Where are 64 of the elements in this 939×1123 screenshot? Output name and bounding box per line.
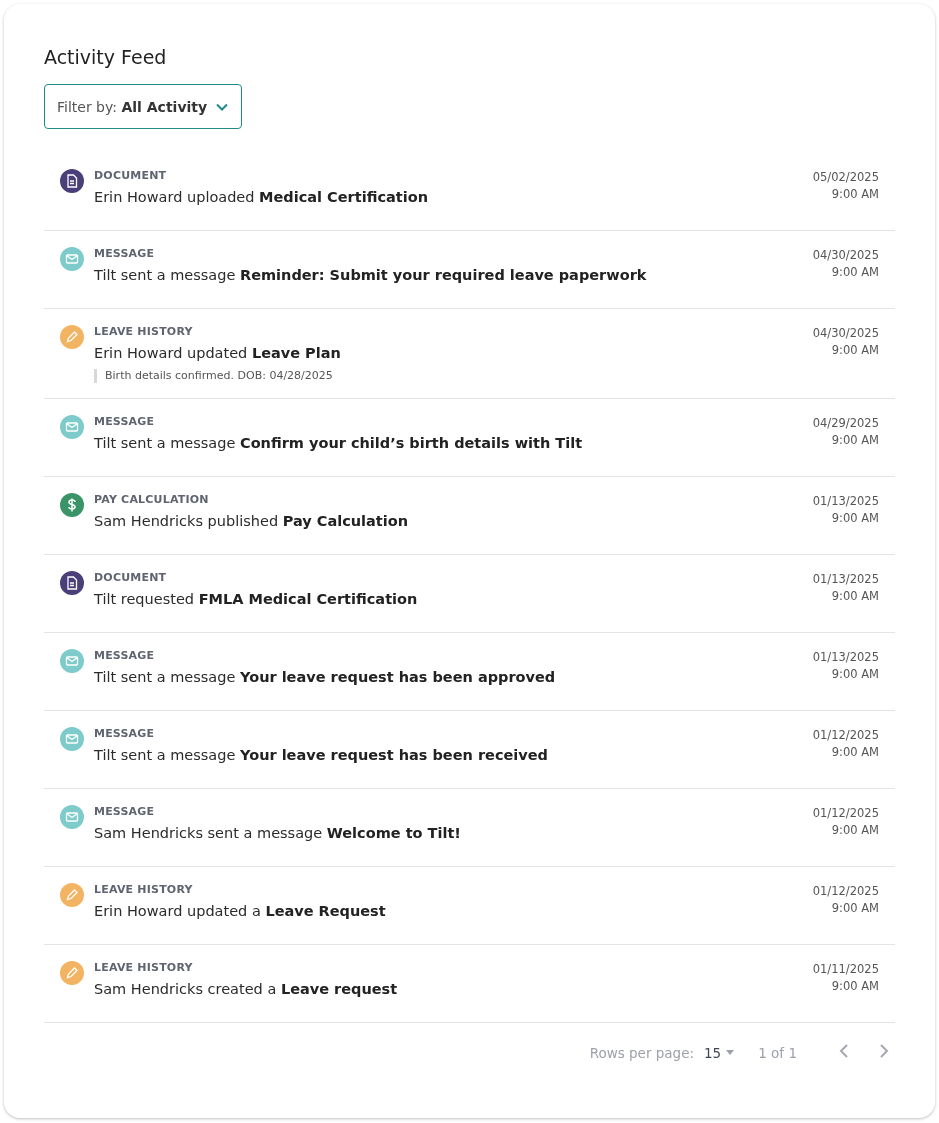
activity-description: Sam Hendricks created a Leave request xyxy=(94,981,399,997)
activity-date: 04/30/2025 xyxy=(812,325,879,342)
activity-date: 04/29/2025 xyxy=(812,415,879,432)
activity-category: DOCUMENT xyxy=(94,169,168,182)
activity-date: 01/11/2025 xyxy=(812,961,879,978)
envelope-icon xyxy=(60,727,84,751)
caret-down-icon xyxy=(726,1050,735,1055)
document-icon xyxy=(60,571,84,595)
activity-date: 01/13/2025 xyxy=(812,649,879,666)
activity-time: 9:00 AM xyxy=(830,744,879,761)
activity-category: MESSAGE xyxy=(94,727,156,740)
activity-description: Tilt sent a message Confirm your child’s birth details with Tilt xyxy=(94,435,584,451)
activity-description: Erin Howard updated a Leave Request xyxy=(94,903,387,919)
activity-category: MESSAGE xyxy=(94,805,156,818)
activity-description: Erin Howard updated Leave Plan xyxy=(94,345,342,361)
filter-dropdown[interactable]: Filter by: All Activity xyxy=(44,84,243,129)
activity-time: 9:00 AM xyxy=(830,900,879,917)
pencil-icon xyxy=(60,325,84,349)
rows-per-page-label: Rows per page: xyxy=(589,1044,695,1061)
activity-date: 05/02/2025 xyxy=(812,169,879,186)
activity-time: 9:00 AM xyxy=(830,666,879,683)
activity-description: Tilt sent a message Your leave request has been approved xyxy=(94,669,557,685)
document-icon xyxy=(60,169,84,193)
page-range: 1 of 1 xyxy=(758,1044,797,1061)
activity-note: Birth details confirmed. DOB: 04/28/2025 xyxy=(94,369,813,383)
activity-date: 01/12/2025 xyxy=(812,727,879,744)
chevron-right-icon xyxy=(879,1043,889,1059)
activity-date: 01/12/2025 xyxy=(812,805,879,822)
activity-category: LEAVE HISTORY xyxy=(94,325,194,338)
activity-category: DOCUMENT xyxy=(94,571,168,584)
dollar-icon xyxy=(60,493,84,517)
activity-category: LEAVE HISTORY xyxy=(94,883,194,896)
activity-category: MESSAGE xyxy=(94,649,156,662)
envelope-icon xyxy=(60,649,84,673)
activity-date: 01/13/2025 xyxy=(812,493,879,510)
activity-time: 9:00 AM xyxy=(830,588,879,605)
activity-category: MESSAGE xyxy=(94,415,156,428)
activity-category: PAY CALCULATION xyxy=(94,493,210,506)
chevron-left-icon xyxy=(839,1043,849,1059)
rows-per-page-select[interactable]: 15 xyxy=(704,1044,735,1061)
activity-date: 04/30/2025 xyxy=(812,247,879,264)
activity-time: 9:00 AM xyxy=(830,432,879,449)
envelope-icon xyxy=(60,415,84,439)
envelope-icon xyxy=(60,247,84,271)
activity-category: MESSAGE xyxy=(94,247,156,260)
activity-time: 9:00 AM xyxy=(830,342,879,359)
activity-category: LEAVE HISTORY xyxy=(94,961,194,974)
activity-date: 01/13/2025 xyxy=(812,571,879,588)
activity-description: Tilt sent a message Reminder: Submit your required leave paperwork xyxy=(94,267,648,283)
feed-title: Activity Feed xyxy=(44,46,168,68)
activity-time: 9:00 AM xyxy=(830,510,879,527)
activity-time: 9:00 AM xyxy=(830,822,879,839)
activity-time: 9:00 AM xyxy=(830,186,879,203)
pencil-icon xyxy=(60,961,84,985)
activity-description: Tilt requested FMLA Medical Certification xyxy=(94,591,419,607)
activity-description: Tilt sent a message Your leave request has been received xyxy=(94,747,549,763)
activity-date: 01/12/2025 xyxy=(812,883,879,900)
activity-description: Erin Howard uploaded Medical Certification xyxy=(94,189,429,205)
envelope-icon xyxy=(60,805,84,829)
activity-time: 9:00 AM xyxy=(830,978,879,995)
activity-time: 9:00 AM xyxy=(830,264,879,281)
activity-description: Sam Hendricks published Pay Calculation xyxy=(94,513,410,529)
activity-description: Sam Hendricks sent a message Welcome to Tilt! xyxy=(94,825,462,841)
pencil-icon xyxy=(60,883,84,907)
